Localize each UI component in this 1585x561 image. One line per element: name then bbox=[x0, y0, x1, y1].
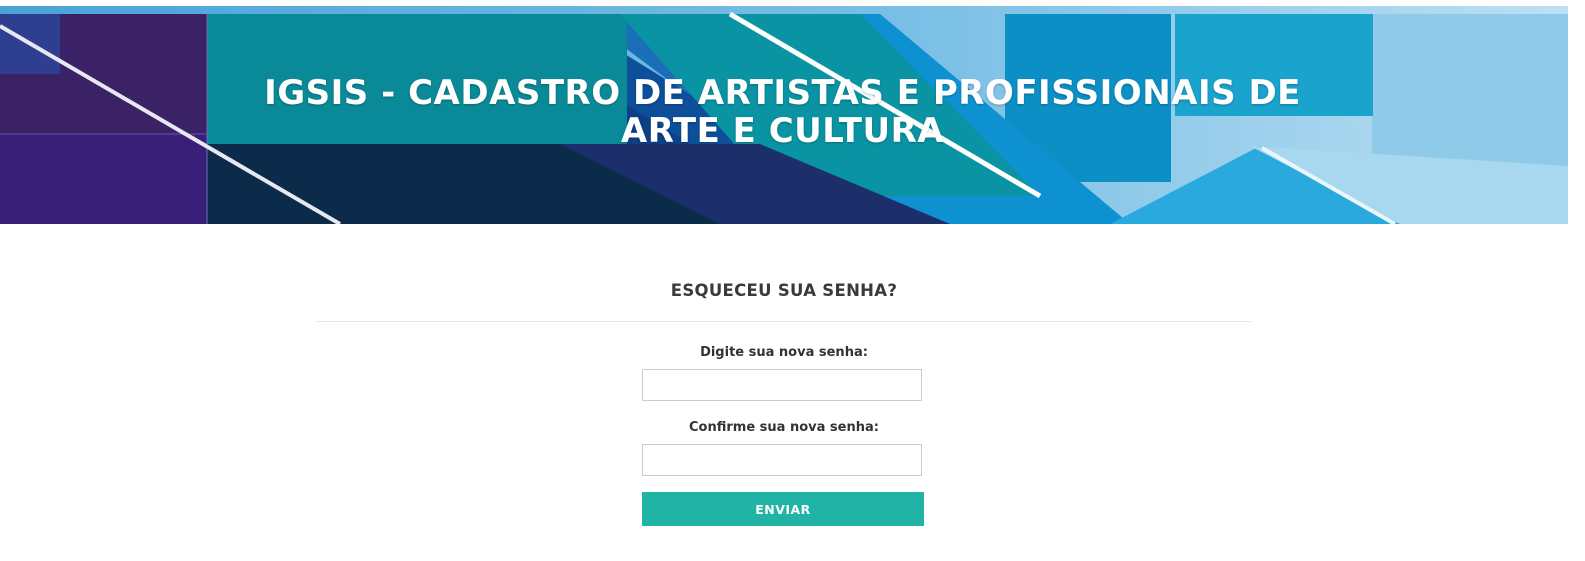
submit-button[interactable]: ENVIAR bbox=[642, 492, 924, 526]
new-password-input[interactable] bbox=[642, 369, 922, 401]
form-title: ESQUECEU SUA SENHA? bbox=[670, 281, 898, 300]
new-password-label: Digite sua nova senha: bbox=[700, 345, 868, 360]
confirm-password-input[interactable] bbox=[642, 444, 922, 476]
banner-title: IGSIS - CADASTRO DE ARTISTAS E PROFISSIO… bbox=[264, 73, 1301, 151]
page: IGSIS - CADASTRO DE ARTISTAS E PROFISSIO… bbox=[0, 0, 1585, 561]
divider bbox=[316, 321, 1251, 322]
scrollbar-track[interactable] bbox=[1568, 0, 1585, 561]
confirm-password-label: Confirme sua nova senha: bbox=[689, 420, 879, 435]
header-banner: IGSIS - CADASTRO DE ARTISTAS E PROFISSIO… bbox=[0, 6, 1568, 224]
